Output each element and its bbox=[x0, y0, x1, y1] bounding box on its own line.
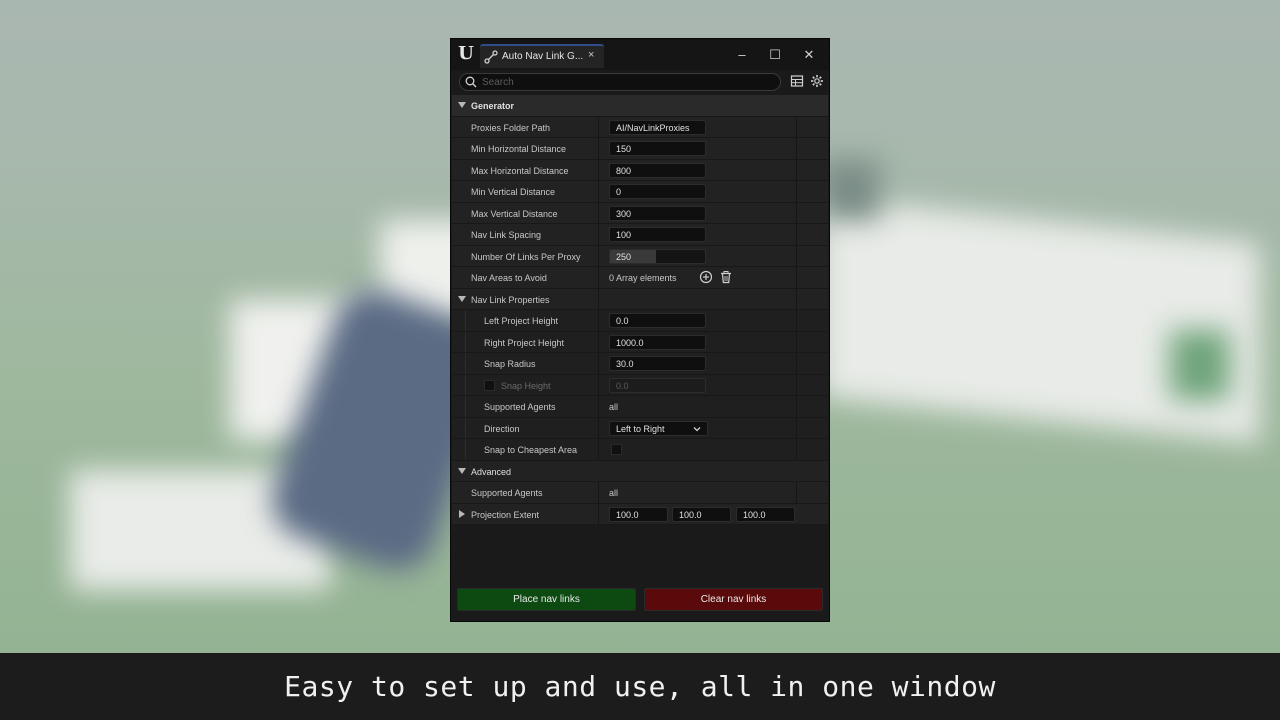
projection-extent-z-field[interactable]: 100.0 bbox=[736, 506, 795, 522]
property-row: Right Project Height 1000.0 bbox=[452, 331, 828, 353]
property-label: Min Vertical Distance bbox=[471, 187, 556, 197]
group-label: Nav Link Properties bbox=[471, 294, 550, 305]
min-horizontal-distance-field[interactable]: 150 bbox=[609, 141, 706, 156]
property-label: Nav Link Spacing bbox=[471, 230, 542, 240]
category-generator[interactable]: Generator bbox=[452, 95, 828, 117]
property-row: Snap to Cheapest Area bbox=[452, 439, 828, 461]
expand-arrow-icon[interactable] bbox=[458, 467, 466, 474]
details-panel: Generator Proxies Folder Path AI/NavLink… bbox=[452, 95, 828, 525]
property-label: Supported Agents bbox=[471, 488, 543, 498]
property-label: Supported Agents bbox=[484, 402, 556, 412]
snap-to-cheapest-area-checkbox[interactable] bbox=[611, 444, 622, 455]
array-count: 0 Array elements bbox=[609, 273, 677, 283]
tab-auto-nav-link-generator[interactable]: Auto Nav Link G... × bbox=[480, 44, 604, 68]
property-label: Projection Extent bbox=[471, 509, 540, 520]
links-per-proxy-slider[interactable]: 250 bbox=[609, 248, 706, 264]
snap-height-field: 0.0 bbox=[609, 377, 706, 393]
property-label: Right Project Height bbox=[484, 337, 565, 348]
property-row: Number Of Links Per Proxy 250 bbox=[452, 245, 828, 267]
snap-radius-field[interactable]: 30.0 bbox=[609, 356, 706, 371]
add-element-icon[interactable] bbox=[699, 270, 713, 284]
proxies-folder-path-field[interactable]: AI/NavLinkProxies bbox=[609, 119, 706, 135]
property-row: Snap Radius 30.0 bbox=[452, 353, 828, 375]
property-label: Number Of Links Per Proxy bbox=[471, 251, 581, 262]
search-bar[interactable] bbox=[459, 73, 781, 91]
property-row: Supported Agents all bbox=[452, 396, 828, 418]
property-label: Max Horizontal Distance bbox=[471, 165, 569, 176]
title-bar: U Auto Nav Link G... × – ☐ ✕ bbox=[451, 39, 829, 70]
trash-icon[interactable] bbox=[719, 270, 733, 284]
category-advanced[interactable]: Advanced bbox=[452, 460, 828, 482]
expand-arrow-icon[interactable] bbox=[458, 102, 466, 108]
max-vertical-distance-field[interactable]: 300 bbox=[609, 205, 706, 221]
property-row: Direction Left to Right bbox=[452, 417, 828, 439]
panel-empty-area bbox=[452, 526, 828, 586]
category-nav-link-properties[interactable]: Nav Link Properties bbox=[452, 288, 828, 310]
property-row: Snap Height 0.0 bbox=[452, 374, 828, 396]
tab-title: Auto Nav Link G... bbox=[502, 51, 584, 62]
property-label: Proxies Folder Path bbox=[471, 122, 551, 133]
nav-link-icon bbox=[484, 50, 498, 64]
property-row: Max Horizontal Distance 800 bbox=[452, 159, 828, 181]
property-label: Snap Radius bbox=[484, 359, 536, 369]
category-label: Advanced bbox=[471, 466, 512, 477]
left-project-height-field[interactable]: 0.0 bbox=[609, 313, 706, 328]
chevron-down-icon bbox=[693, 426, 701, 431]
gear-icon[interactable] bbox=[810, 74, 824, 88]
snap-height-enable-checkbox[interactable] bbox=[484, 379, 495, 391]
maximize-button[interactable]: ☐ bbox=[767, 47, 783, 63]
property-row: Min Horizontal Distance 150 bbox=[452, 138, 828, 160]
property-label: Direction bbox=[484, 423, 520, 434]
property-row: Nav Link Spacing 100 bbox=[452, 224, 828, 246]
property-row: Projection Extent 100.0 100.0 100.0 bbox=[452, 503, 828, 525]
clear-nav-links-button[interactable]: Clear nav links bbox=[644, 588, 823, 611]
direction-dropdown[interactable]: Left to Right bbox=[609, 420, 708, 436]
max-horizontal-distance-field[interactable]: 800 bbox=[609, 162, 706, 178]
close-window-button[interactable]: ✕ bbox=[801, 47, 817, 63]
property-row: Supported Agents all bbox=[452, 482, 828, 504]
supported-agents-value[interactable]: all bbox=[609, 402, 618, 412]
nav-link-spacing-field[interactable]: 100 bbox=[609, 227, 706, 242]
projection-extent-y-field[interactable]: 100.0 bbox=[672, 506, 731, 522]
min-vertical-distance-field[interactable]: 0 bbox=[609, 184, 706, 199]
expand-arrow-icon[interactable] bbox=[459, 509, 465, 518]
minimize-button[interactable]: – bbox=[734, 47, 750, 63]
property-row: Nav Areas to Avoid 0 Array elements bbox=[452, 267, 828, 289]
property-row: Left Project Height 0.0 bbox=[452, 310, 828, 332]
supported-agents-value[interactable]: all bbox=[609, 488, 618, 498]
dropdown-selected-value: Left to Right bbox=[616, 423, 665, 434]
right-project-height-field[interactable]: 1000.0 bbox=[609, 334, 706, 350]
place-nav-links-button[interactable]: Place nav links bbox=[457, 588, 636, 611]
property-label: Max Vertical Distance bbox=[471, 208, 558, 219]
auto-nav-link-window: U Auto Nav Link G... × – ☐ ✕ Search Gene… bbox=[450, 38, 830, 622]
category-label: Generator bbox=[471, 101, 515, 111]
property-label: Left Project Height bbox=[484, 316, 559, 326]
tab-close-icon[interactable]: × bbox=[588, 49, 594, 61]
search-input[interactable] bbox=[482, 75, 772, 89]
caption-text: Easy to set up and use, all in one windo… bbox=[0, 653, 1280, 720]
property-label: Nav Areas to Avoid bbox=[471, 273, 547, 283]
expand-arrow-icon[interactable] bbox=[458, 295, 466, 302]
property-row: Min Vertical Distance 0 bbox=[452, 181, 828, 203]
property-row: Proxies Folder Path AI/NavLinkProxies bbox=[452, 116, 828, 138]
table-view-icon[interactable] bbox=[790, 74, 804, 88]
property-label: Min Horizontal Distance bbox=[471, 144, 567, 154]
property-label: Snap Height bbox=[501, 380, 551, 391]
search-icon bbox=[465, 76, 477, 88]
projection-extent-x-field[interactable]: 100.0 bbox=[609, 506, 668, 522]
unreal-engine-logo-icon[interactable]: U bbox=[457, 45, 475, 63]
property-row: Max Vertical Distance 300 bbox=[452, 202, 828, 224]
slider-value: 250 bbox=[616, 251, 632, 262]
property-label: Snap to Cheapest Area bbox=[484, 445, 578, 455]
